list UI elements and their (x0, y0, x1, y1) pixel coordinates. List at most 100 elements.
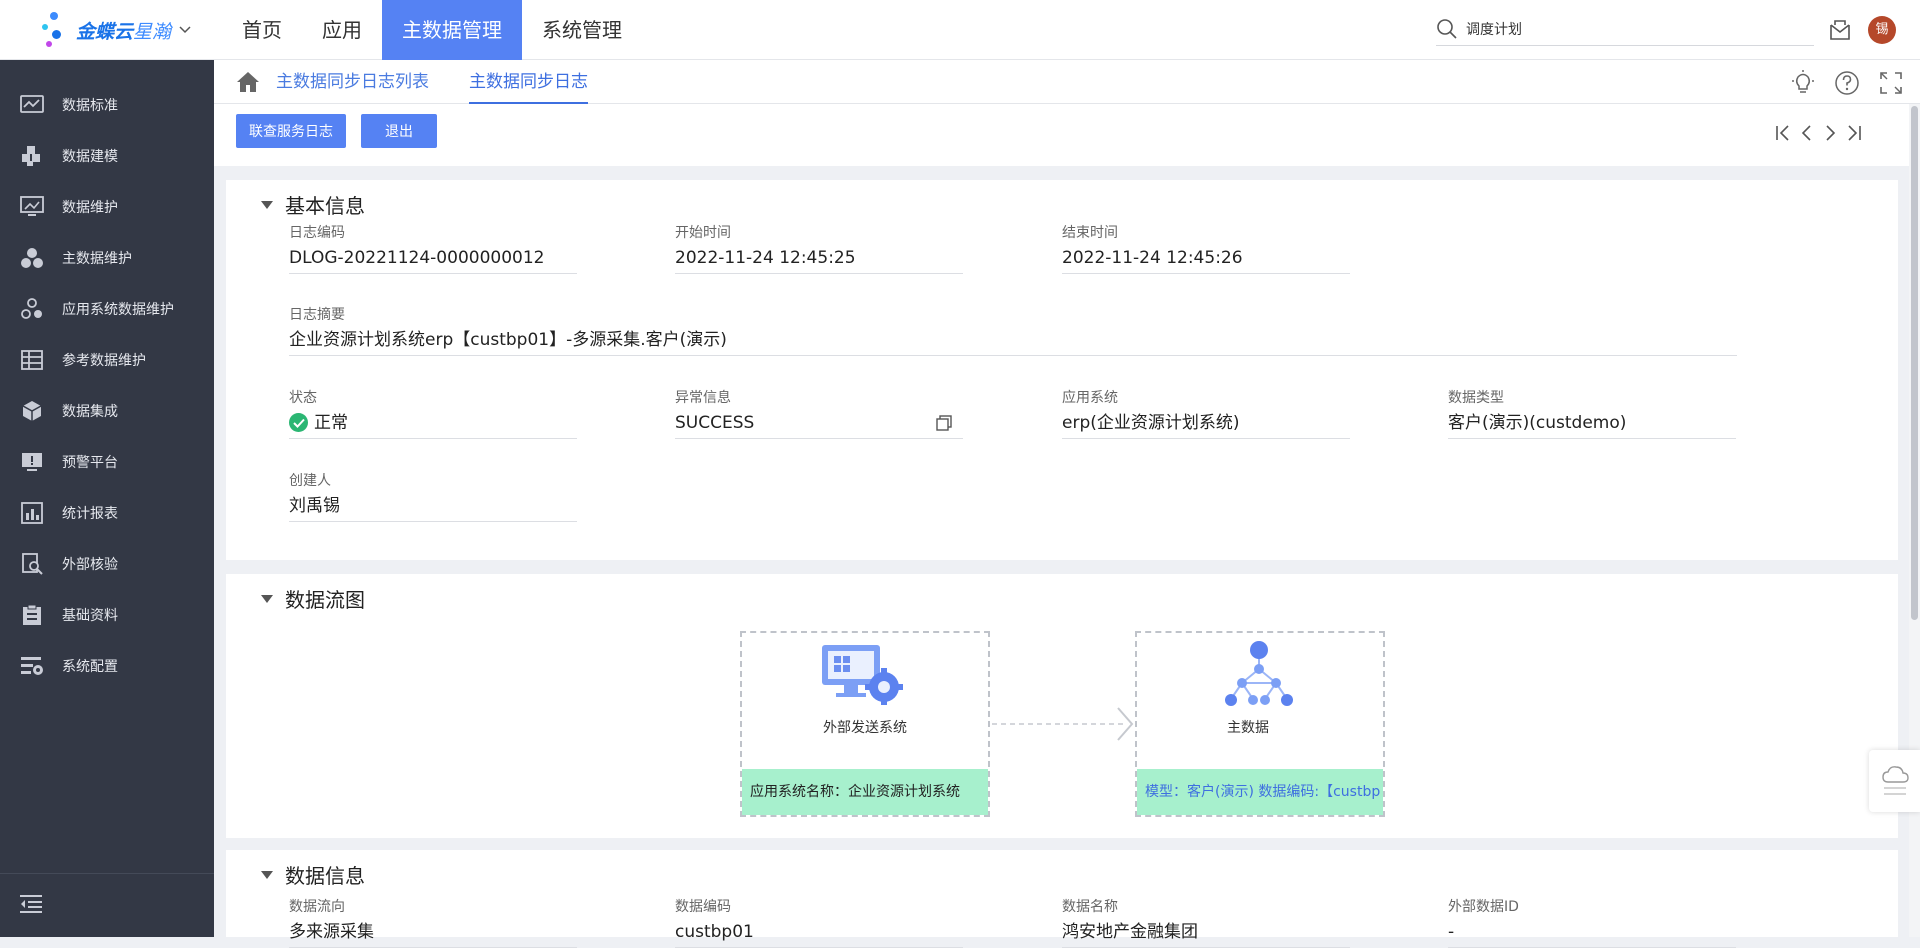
field-value: custbp01 (675, 916, 963, 948)
cluster-gear-icon (19, 296, 45, 322)
creator-field: 创建人 刘禹锡 (289, 470, 577, 522)
sidebar-item-data-standard[interactable]: 数据标准 (0, 80, 214, 130)
cloud-icon (1882, 766, 1909, 795)
sidebar-item-data-maintenance[interactable]: 数据维护 (0, 182, 214, 232)
basic-info-header[interactable]: 基本信息 (261, 190, 365, 219)
nav-system-admin[interactable]: 系统管理 (522, 0, 642, 60)
fullscreen-icon[interactable] (1878, 70, 1904, 96)
last-page-icon[interactable] (1842, 122, 1864, 144)
field-label: 结束时间 (1062, 225, 1118, 241)
tab-sync-log[interactable]: 主数据同步日志 (469, 60, 588, 104)
top-navigation: 首页 应用 主数据管理 系统管理 (222, 0, 642, 60)
puzzle-icon (19, 143, 45, 169)
sidebar-item-external-verify[interactable]: 外部核验 (0, 539, 214, 589)
tabs-bar: 主数据同步日志列表 主数据同步日志 (214, 60, 1920, 104)
sidebar-item-data-modeling[interactable]: 数据建模 (0, 131, 214, 181)
field-label: 数据流向 (289, 899, 345, 915)
data-direction-field: 数据流向 多来源采集 (289, 896, 577, 948)
sidebar-item-alert-platform[interactable]: 预警平台 (0, 437, 214, 487)
field-label: 创建人 (289, 473, 331, 489)
sidebar-item-label: 预警平台 (62, 455, 118, 471)
collapse-menu-icon[interactable] (19, 894, 43, 918)
first-page-icon[interactable] (1773, 122, 1795, 144)
data-code-field: 数据编码 custbp01 (675, 896, 963, 948)
external-id-field: 外部数据ID - (1448, 896, 1736, 948)
field-value: 企业资源计划系统erp【custbp01】-多源采集.客户(演示) (289, 324, 1737, 356)
cluster-icon (19, 245, 45, 271)
network-nodes-icon (1225, 641, 1293, 706)
section-title: 数据信息 (285, 864, 365, 888)
sidebar-item-reference-data[interactable]: 参考数据维护 (0, 335, 214, 385)
chevron-down-icon (179, 22, 191, 38)
node-info: 应用系统名称：企业资源计划系统 (742, 769, 988, 815)
sidebar-item-label: 数据标准 (62, 98, 118, 114)
sidebar-item-data-integration[interactable]: 数据集成 (0, 386, 214, 436)
log-code-field: 日志编码 DLOG-20221124-0000000012 (289, 222, 577, 274)
exit-button[interactable]: 退出 (361, 114, 437, 148)
sidebar-item-statistics[interactable]: 统计报表 (0, 488, 214, 538)
field-value: DLOG-20221124-0000000012 (289, 242, 577, 274)
search-input[interactable] (1464, 19, 1794, 38)
nav-apps[interactable]: 应用 (302, 0, 382, 60)
brand-name: 金蝶云星瀚 (76, 20, 172, 43)
error-info-field: 异常信息 SUCCESS (675, 387, 963, 439)
field-value: 正常 (289, 407, 577, 439)
copy-icon[interactable] (935, 414, 953, 432)
message-icon[interactable] (1826, 16, 1854, 44)
sidebar-item-app-system-data[interactable]: 应用系统数据维护 (0, 284, 214, 334)
app-system-field: 应用系统 erp(企业资源计划系统) (1062, 387, 1350, 439)
prev-page-icon[interactable] (1796, 122, 1818, 144)
sidebar-item-label: 统计报表 (62, 506, 118, 522)
monitor-icon (19, 194, 45, 220)
help-icon[interactable] (1834, 70, 1860, 96)
brand-mark-icon (40, 10, 74, 50)
start-time-field: 开始时间 2022-11-24 12:45:25 (675, 222, 963, 274)
sidebar: 数据标准 数据建模 数据维护 主数据维护 应用系统数据维护 参考数据维护 数据集… (0, 60, 214, 937)
status-text: 正常 (314, 412, 348, 433)
next-page-icon[interactable] (1819, 122, 1841, 144)
avatar[interactable]: 锡 (1868, 16, 1896, 44)
sidebar-item-basic-data[interactable]: 基础资料 (0, 590, 214, 640)
lightbulb-icon[interactable] (1790, 70, 1816, 96)
status-field: 状态 正常 (289, 387, 577, 439)
data-type-field: 数据类型 客户(演示)(custdemo) (1448, 387, 1736, 439)
home-icon[interactable] (236, 71, 260, 93)
nav-home[interactable]: 首页 (222, 0, 302, 60)
tab-sync-log-list[interactable]: 主数据同步日志列表 (276, 60, 429, 104)
settings-list-icon (19, 653, 45, 679)
computer-gear-icon (822, 645, 903, 705)
brand-logo[interactable]: 金蝶云星瀚 (40, 8, 205, 52)
field-value: 多来源采集 (289, 916, 577, 948)
log-summary-field: 日志摘要 企业资源计划系统erp【custbp01】-多源采集.客户(演示) (289, 304, 1737, 356)
flow-node-target[interactable]: 主数据 模型：客户(演示) 数据编码:【custbp (1135, 631, 1385, 817)
floating-cloud-widget[interactable] (1869, 750, 1920, 812)
data-info-card: 数据信息 数据流向 多来源采集 数据编码 custbp01 数据名称 鸿安地产金… (226, 850, 1898, 948)
field-value: 客户(演示)(custdemo) (1448, 407, 1736, 439)
node-label: 主数据 (1227, 720, 1269, 736)
field-label: 开始时间 (675, 225, 731, 241)
data-flow-card: 数据流图 外部发送系统 应用系统名称：企业资源计划系统 主数据 模型：客户(演示… (226, 574, 1898, 838)
field-value: erp(企业资源计划系统) (1062, 407, 1350, 439)
flow-node-source[interactable]: 外部发送系统 应用系统名称：企业资源计划系统 (740, 631, 990, 817)
search-icon[interactable] (1436, 18, 1458, 40)
field-value: 鸿安地产金融集团 (1062, 916, 1350, 948)
field-value: 2022-11-24 12:45:26 (1062, 242, 1350, 274)
field-value: - (1448, 916, 1736, 948)
sidebar-item-label: 外部核验 (62, 557, 118, 573)
field-value: 2022-11-24 12:45:25 (675, 242, 963, 274)
table-grid-icon (19, 347, 45, 373)
error-text: SUCCESS (675, 412, 755, 433)
sidebar-item-system-config[interactable]: 系统配置 (0, 641, 214, 691)
data-info-header[interactable]: 数据信息 (261, 860, 365, 889)
nav-master-data[interactable]: 主数据管理 (382, 0, 522, 60)
sidebar-item-label: 主数据维护 (62, 251, 132, 267)
scrollbar-thumb[interactable] (1911, 106, 1918, 620)
sidebar-footer (0, 873, 214, 937)
search-doc-icon (19, 551, 45, 577)
sidebar-item-master-data-maintenance[interactable]: 主数据维护 (0, 233, 214, 283)
collapse-triangle-icon (261, 200, 273, 209)
data-flow-header[interactable]: 数据流图 (261, 584, 365, 613)
query-service-log-button[interactable]: 联查服务日志 (236, 114, 346, 148)
sidebar-item-label: 参考数据维护 (62, 353, 146, 369)
field-label: 异常信息 (675, 390, 731, 406)
